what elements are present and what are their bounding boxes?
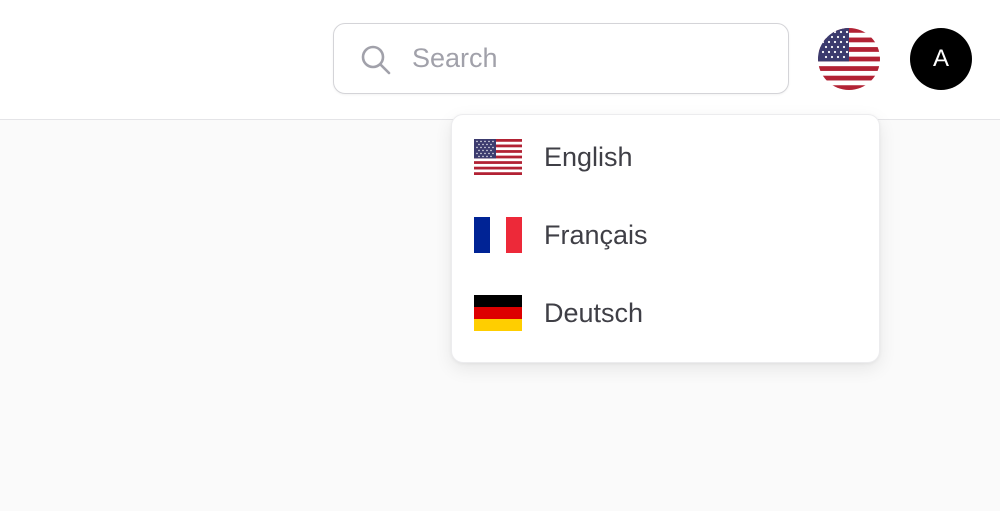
user-avatar[interactable]: A [910, 28, 972, 90]
search-input[interactable] [412, 24, 772, 93]
us-flag-icon [474, 139, 522, 175]
de-flag-icon [474, 295, 522, 331]
language-option-label: Français [544, 219, 648, 250]
us-flag-icon [818, 28, 880, 90]
avatar-initial: A [932, 45, 949, 72]
language-option-french[interactable]: Français [452, 196, 879, 274]
language-option-label: Deutsch [544, 297, 644, 328]
top-bar: A [0, 0, 1000, 120]
language-menu: English Français Deutsch [451, 114, 880, 363]
language-option-german[interactable]: Deutsch [452, 274, 879, 352]
search-icon [361, 45, 391, 75]
fr-flag-icon [474, 217, 522, 253]
app-page: A [0, 0, 1000, 511]
search-box[interactable] [333, 23, 789, 94]
language-option-english[interactable]: English [452, 118, 879, 196]
language-option-label: English [544, 141, 633, 172]
language-switcher-button[interactable] [818, 28, 880, 90]
